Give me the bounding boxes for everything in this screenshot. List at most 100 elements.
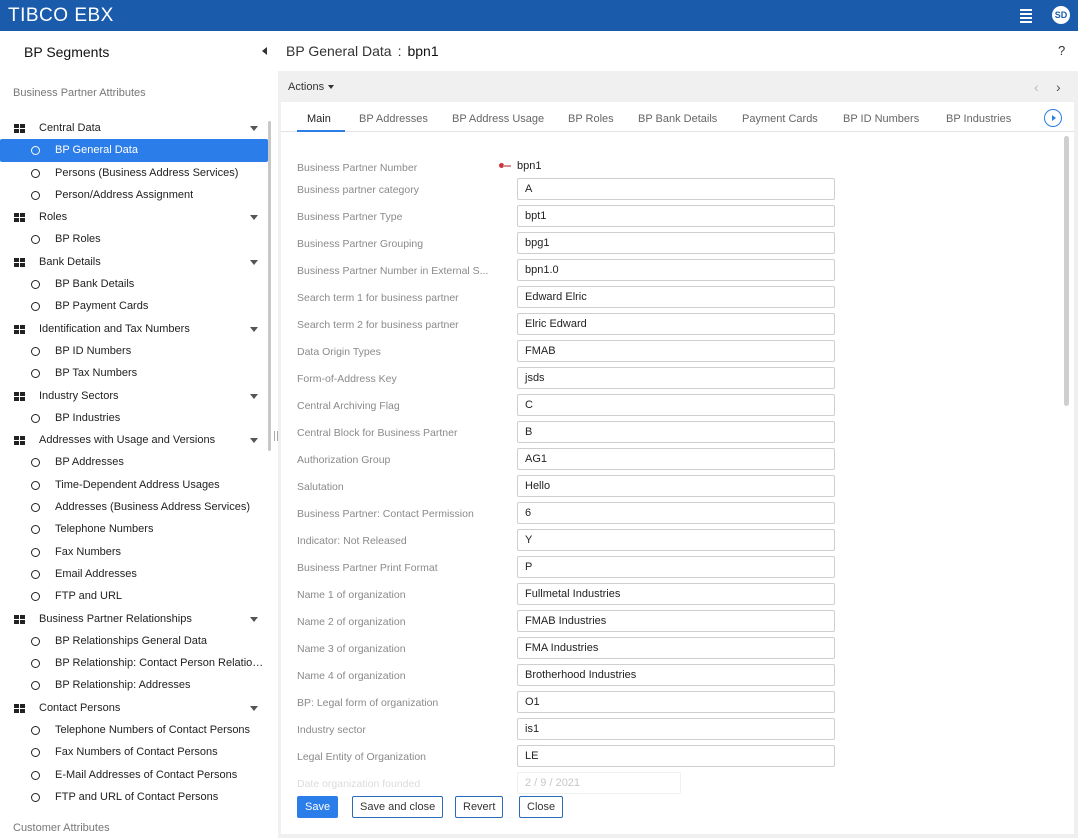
tree-label: E-Mail Addresses of Contact Persons xyxy=(55,768,238,781)
tree-item-bp-roles[interactable]: BP Roles xyxy=(0,228,268,250)
field-input[interactable]: P xyxy=(517,556,835,578)
tree-item-fax-numbers[interactable]: Fax Numbers xyxy=(0,541,268,563)
chevron-down-icon[interactable] xyxy=(250,393,258,399)
field-input[interactable]: FMAB xyxy=(517,340,835,362)
tree-item-bp-relationship-addresses[interactable]: BP Relationship: Addresses xyxy=(0,674,268,696)
grid-icon xyxy=(14,324,25,334)
tree-group-business-partner-relationships[interactable]: Business Partner Relationships xyxy=(0,608,268,630)
field-input[interactable]: FMAB Industries xyxy=(517,610,835,632)
tree-item-telephone-numbers-of-contact-persons[interactable]: Telephone Numbers of Contact Persons xyxy=(0,719,268,741)
section-business-partner-attributes: Business Partner Attributes xyxy=(13,87,146,99)
tree-item-email-addresses[interactable]: Email Addresses xyxy=(0,563,268,585)
field-input[interactable]: Fullmetal Industries xyxy=(517,583,835,605)
chevron-down-icon[interactable] xyxy=(250,259,258,265)
sidebar-scrollbar[interactable] xyxy=(268,121,271,451)
tree-item-bp-payment-cards[interactable]: BP Payment Cards xyxy=(0,295,268,317)
chevron-down-icon[interactable] xyxy=(250,616,258,622)
tab-bp-address-usage[interactable]: BP Address Usage xyxy=(452,113,544,125)
tab-bp-roles[interactable]: BP Roles xyxy=(568,113,614,125)
field-row-name-4-of-organization: Name 4 of organization Brotherhood Indust… xyxy=(281,664,1061,688)
tree-item-addresses-business-address-services[interactable]: Addresses (Business Address Services) xyxy=(0,496,268,518)
field-input[interactable]: LE xyxy=(517,745,835,767)
tree-group-identification-and-tax-numbers[interactable]: Identification and Tax Numbers xyxy=(0,318,268,340)
tree-item-ftp-and-url-of-contact-persons[interactable]: FTP and URL of Contact Persons xyxy=(0,786,268,808)
list-menu-icon[interactable] xyxy=(1018,7,1034,23)
tree-item-bp-relationship-contact-person-relation[interactable]: BP Relationship: Contact Person Relation… xyxy=(0,652,268,674)
circle-icon xyxy=(31,547,40,557)
field-input[interactable]: O1 xyxy=(517,691,835,713)
chevron-down-icon[interactable] xyxy=(250,438,258,444)
tree-item-bp-bank-details[interactable]: BP Bank Details xyxy=(0,273,268,295)
tree-item-ftp-and-url[interactable]: FTP and URL xyxy=(0,585,268,607)
tree-label: Telephone Numbers xyxy=(55,523,154,536)
tree-group-roles[interactable]: Roles xyxy=(0,206,268,228)
field-input[interactable]: Y xyxy=(517,529,835,551)
tab-bp-addresses[interactable]: BP Addresses xyxy=(359,113,428,125)
field-input[interactable]: C xyxy=(517,394,835,416)
revert-button[interactable]: Revert xyxy=(455,796,504,818)
tab-bp-industries[interactable]: BP Industries xyxy=(946,113,1011,125)
chevron-down-icon[interactable] xyxy=(250,705,258,711)
tree-item-persons-business-address-services[interactable]: Persons (Business Address Services) xyxy=(0,162,268,184)
previous-record-icon[interactable]: ‹ xyxy=(1034,79,1039,95)
collapse-sidebar-icon[interactable] xyxy=(262,47,267,55)
field-label: Name 3 of organization xyxy=(297,643,406,655)
field-label: Authorization Group xyxy=(297,454,391,466)
field-input[interactable]: FMA Industries xyxy=(517,637,835,659)
actions-label: Actions xyxy=(288,81,325,93)
field-input[interactable]: bpn1.0 xyxy=(517,259,835,281)
tree-label: Email Addresses xyxy=(55,567,137,580)
tree-item-bp-general-data[interactable]: BP General Data xyxy=(0,139,268,162)
save-and-close-button[interactable]: Save and close xyxy=(352,796,444,818)
field-input[interactable]: is1 xyxy=(517,718,835,740)
tree-label: BP Relationships General Data xyxy=(55,634,208,647)
tab-main[interactable]: Main xyxy=(307,113,331,125)
tree-group-contact-persons[interactable]: Contact Persons xyxy=(0,697,268,719)
field-input[interactable]: B xyxy=(517,421,835,443)
tree-item-time-dependent-address-usages[interactable]: Time-Dependent Address Usages xyxy=(0,474,268,496)
field-input[interactable]: Brotherhood Industries xyxy=(517,664,835,686)
save-button[interactable]: Save xyxy=(297,796,339,818)
next-record-icon[interactable]: › xyxy=(1056,79,1061,95)
tree-label: Identification and Tax Numbers xyxy=(39,322,190,335)
tree-item-bp-id-numbers[interactable]: BP ID Numbers xyxy=(0,340,268,362)
field-input[interactable]: Hello xyxy=(517,475,835,497)
field-label: Industry sector xyxy=(297,724,366,736)
tree-item-e-mail-addresses-of-contact-persons[interactable]: E-Mail Addresses of Contact Persons xyxy=(0,764,268,786)
tree-item-bp-relationships-general-data[interactable]: BP Relationships General Data xyxy=(0,630,268,652)
chevron-down-icon[interactable] xyxy=(250,215,258,221)
help-icon[interactable]: ? xyxy=(1058,43,1065,58)
tab-bp-id-numbers[interactable]: BP ID Numbers xyxy=(843,113,919,125)
tree-item-person-address-assignment[interactable]: Person/Address Assignment xyxy=(0,184,268,206)
user-avatar[interactable]: SD xyxy=(1052,6,1070,24)
form-scrollbar[interactable] xyxy=(1064,136,1069,406)
circle-icon xyxy=(31,569,40,579)
field-row-name-3-of-organization: Name 3 of organization FMA Industries xyxy=(281,637,1061,661)
tree-item-telephone-numbers[interactable]: Telephone Numbers xyxy=(0,518,268,540)
tree-item-bp-tax-numbers[interactable]: BP Tax Numbers xyxy=(0,362,268,384)
actions-menu[interactable]: Actions xyxy=(288,81,335,93)
tree-group-central-data[interactable]: Central Data xyxy=(0,117,268,139)
close-button[interactable]: Close xyxy=(519,796,564,818)
tree-group-bank-details[interactable]: Bank Details xyxy=(0,251,268,273)
tree-group-addresses-with-usage-and-versions[interactable]: Addresses with Usage and Versions xyxy=(0,429,268,451)
tree-group-industry-sectors[interactable]: Industry Sectors xyxy=(0,385,268,407)
field-input[interactable]: bpg1 xyxy=(517,232,835,254)
tab-bp-bank-details[interactable]: BP Bank Details xyxy=(638,113,717,125)
more-tabs-icon[interactable] xyxy=(1044,109,1062,127)
field-input[interactable]: A xyxy=(517,178,835,200)
field-input[interactable]: bpt1 xyxy=(517,205,835,227)
field-input[interactable]: Edward Elric xyxy=(517,286,835,308)
chevron-down-icon[interactable] xyxy=(250,126,258,131)
tree-item-fax-numbers-of-contact-persons[interactable]: Fax Numbers of Contact Persons xyxy=(0,741,268,763)
field-input[interactable]: jsds xyxy=(517,367,835,389)
field-input[interactable]: 6 xyxy=(517,502,835,524)
tree-item-bp-industries[interactable]: BP Industries xyxy=(0,407,268,429)
field-input[interactable]: Elric Edward xyxy=(517,313,835,335)
chevron-down-icon[interactable] xyxy=(250,326,258,332)
field-input[interactable]: AG1 xyxy=(517,448,835,470)
date-input[interactable]: 2 / 9 / 2021 xyxy=(517,772,681,794)
section-customer-attributes[interactable]: Customer Attributes xyxy=(13,822,110,834)
tree-item-bp-addresses[interactable]: BP Addresses xyxy=(0,451,268,473)
tab-payment-cards[interactable]: Payment Cards xyxy=(742,113,818,125)
